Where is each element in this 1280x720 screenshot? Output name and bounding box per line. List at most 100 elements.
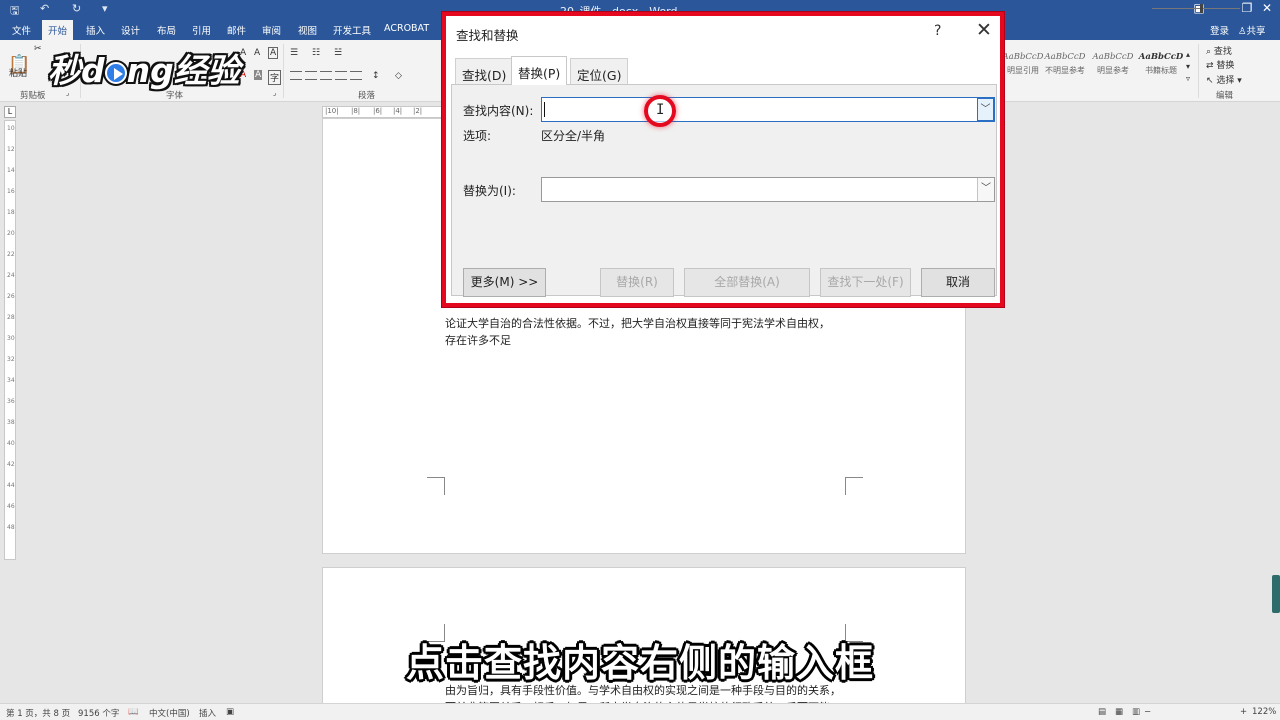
group-separator — [1198, 44, 1199, 98]
save-icon[interactable]: 🖫 — [10, 2, 19, 21]
tab-references[interactable]: 引用 — [192, 23, 211, 37]
font-launcher-icon[interactable]: ⌟ — [273, 89, 276, 97]
replace-with-input[interactable]: ﹀ — [541, 177, 995, 202]
web-layout-icon[interactable]: ▥ — [1132, 707, 1140, 717]
macro-record-icon[interactable]: ▣ — [226, 707, 234, 717]
close-window-button[interactable]: ✕ — [1252, 1, 1280, 15]
tab-acrobat[interactable]: ACROBAT — [384, 23, 429, 34]
ruler-tick: 22 — [7, 251, 15, 258]
language-indicator[interactable]: 中文(中国) — [149, 707, 190, 719]
tab-layout[interactable]: 布局 — [157, 23, 176, 37]
vertical-ruler[interactable]: 10 12 14 16 18 20 22 24 26 28 30 32 34 36 38 40 42 44 46 48 — [4, 120, 16, 560]
font-shrink-icon[interactable]: A — [254, 48, 260, 58]
read-mode-icon[interactable]: ▤ — [1098, 707, 1106, 717]
word-count[interactable]: 9156 个字 — [78, 707, 119, 719]
find-history-dropdown[interactable]: ﹀ — [977, 98, 994, 121]
redo-icon[interactable]: ↻ — [72, 2, 81, 15]
group-label-font: 字体 — [166, 91, 184, 101]
tab-mailings[interactable]: 邮件 — [227, 23, 246, 37]
styles-more-icon[interactable]: ▿ — [1186, 74, 1190, 83]
styles-scroll-up-icon[interactable]: ▴ — [1186, 50, 1190, 59]
enclose-char-icon[interactable]: 字 — [268, 70, 282, 85]
bullets-icon[interactable]: ☰ — [290, 48, 298, 58]
align-right-icon[interactable] — [320, 71, 332, 81]
replace-with-label: 替换为(I): — [463, 184, 516, 198]
tab-developer[interactable]: 开发工具 — [333, 23, 371, 37]
group-label-editing: 编辑 — [1216, 91, 1234, 101]
replace-button[interactable]: ⇄ 替换 — [1206, 58, 1234, 71]
align-center-icon[interactable] — [305, 71, 317, 81]
more-button[interactable]: 更多(M) >> — [463, 268, 546, 297]
clipboard-launcher-icon[interactable]: ⌟ — [66, 89, 69, 97]
style-intense-reference[interactable]: AaBbCcD 明显参考 — [1090, 48, 1136, 82]
style-intense-quote[interactable]: AaBbCcD 明显引用 — [1000, 48, 1046, 82]
paragraph-line[interactable]: 存在许多不足 — [445, 332, 511, 348]
help-button[interactable]: ? — [934, 23, 941, 39]
tab-insert[interactable]: 插入 — [86, 23, 105, 37]
tab-replace[interactable]: 替换(P) — [511, 56, 568, 85]
zoom-slider[interactable] — [1152, 8, 1240, 9]
insert-mode-indicator[interactable]: 插入 — [199, 707, 216, 719]
zoom-slider-handle[interactable] — [1200, 4, 1203, 13]
login-link[interactable]: 登录 — [1210, 23, 1229, 37]
shading-icon[interactable]: ◇ — [395, 71, 402, 81]
select-button[interactable]: ↖ 选择 ▾ — [1206, 73, 1242, 86]
char-border-icon[interactable]: A — [268, 47, 279, 59]
find-replace-dialog: 查找和替换 ? ✕ 查找(D) 替换(P) 定位(G) 查找内容(N): ﹀ 选… — [442, 12, 1004, 307]
ruler-tick: 28 — [7, 314, 15, 321]
tab-review[interactable]: 审阅 — [262, 23, 281, 37]
scrollbar-thumb[interactable] — [1272, 575, 1280, 613]
ruler-tick: 40 — [7, 440, 15, 447]
tab-goto[interactable]: 定位(G) — [570, 58, 629, 85]
style-book-title[interactable]: AaBbCcD 书籍标题 — [1138, 48, 1184, 82]
styles-scroll-down-icon[interactable]: ▾ — [1186, 62, 1190, 71]
ruler-tick: 42 — [7, 461, 15, 468]
multilevel-list-icon[interactable]: ☱ — [334, 48, 342, 58]
numbering-icon[interactable]: ☷ — [312, 48, 320, 58]
dialog-title: 查找和替换 — [456, 28, 519, 43]
tab-home[interactable]: 开始 — [42, 20, 74, 40]
line-spacing-icon[interactable]: ↕ — [372, 71, 380, 81]
zoom-level[interactable]: 122% — [1252, 707, 1276, 717]
replace-panel: 查找内容(N): ﹀ 选项: 区分全/半角 替换为(I): ﹀ 更多(M) >>… — [451, 84, 997, 297]
distributed-icon[interactable] — [350, 71, 362, 81]
cancel-button[interactable]: 取消 — [921, 268, 995, 297]
style-subtle-reference[interactable]: AaBbCcD 不明显参考 — [1042, 48, 1088, 82]
ruler-tick: 18 — [7, 209, 15, 216]
share-button[interactable]: ♙共享 — [1238, 23, 1266, 37]
ruler-tick: 46 — [7, 503, 15, 510]
print-layout-icon[interactable]: ▦ — [1115, 707, 1123, 717]
font-color-icon[interactable]: A — [240, 70, 246, 80]
options-label: 选项: — [463, 129, 492, 143]
tab-design[interactable]: 设计 — [121, 23, 140, 37]
justify-icon[interactable] — [335, 71, 347, 81]
tab-view[interactable]: 视图 — [298, 23, 317, 37]
zoom-out-button[interactable]: − — [1144, 707, 1151, 717]
replace-button[interactable]: 替换(R) — [600, 268, 674, 297]
font-grow-icon[interactable]: A — [240, 48, 246, 58]
page-count[interactable]: 第 1 页，共 8 页 — [6, 707, 70, 719]
find-what-input[interactable]: ﹀ — [541, 97, 995, 122]
zoom-in-button[interactable]: + — [1240, 707, 1247, 717]
find-button[interactable]: ⌕ 查找 — [1206, 44, 1232, 57]
ruler-tick: 16 — [7, 188, 15, 195]
tab-file[interactable]: 文件 — [12, 23, 31, 37]
user-icon: ♙ — [1238, 26, 1247, 37]
proofing-icon[interactable]: 📖 — [128, 707, 139, 717]
align-left-icon[interactable] — [290, 71, 302, 81]
dialog-close-button[interactable]: ✕ — [976, 19, 992, 41]
char-shading-icon[interactable]: A — [254, 70, 263, 80]
paragraph-line[interactable]: 论证大学自治的合法性依据。不过，把大学自治权直接等同于宪法学术自由权， — [445, 315, 830, 331]
tab-stop-selector[interactable]: L — [4, 106, 16, 118]
ruler-tick: 48 — [7, 524, 15, 531]
customize-quick-access-icon[interactable]: ▾ — [102, 2, 108, 15]
status-bar: 第 1 页，共 8 页 9156 个字 📖 中文(中国) 插入 ▣ ▤ ▦ ▥ … — [0, 703, 1280, 720]
tab-find[interactable]: 查找(D) — [455, 58, 514, 85]
replace-history-dropdown[interactable]: ﹀ — [977, 178, 994, 201]
replace-all-button[interactable]: 全部替换(A) — [684, 268, 810, 297]
undo-icon[interactable]: ↶ — [40, 2, 49, 15]
paste-button[interactable]: 粘贴 — [9, 66, 27, 79]
cut-icon[interactable]: ✂ — [34, 44, 42, 54]
ruler-tick: 14 — [7, 167, 15, 174]
find-next-button[interactable]: 查找下一处(F) — [820, 268, 911, 297]
